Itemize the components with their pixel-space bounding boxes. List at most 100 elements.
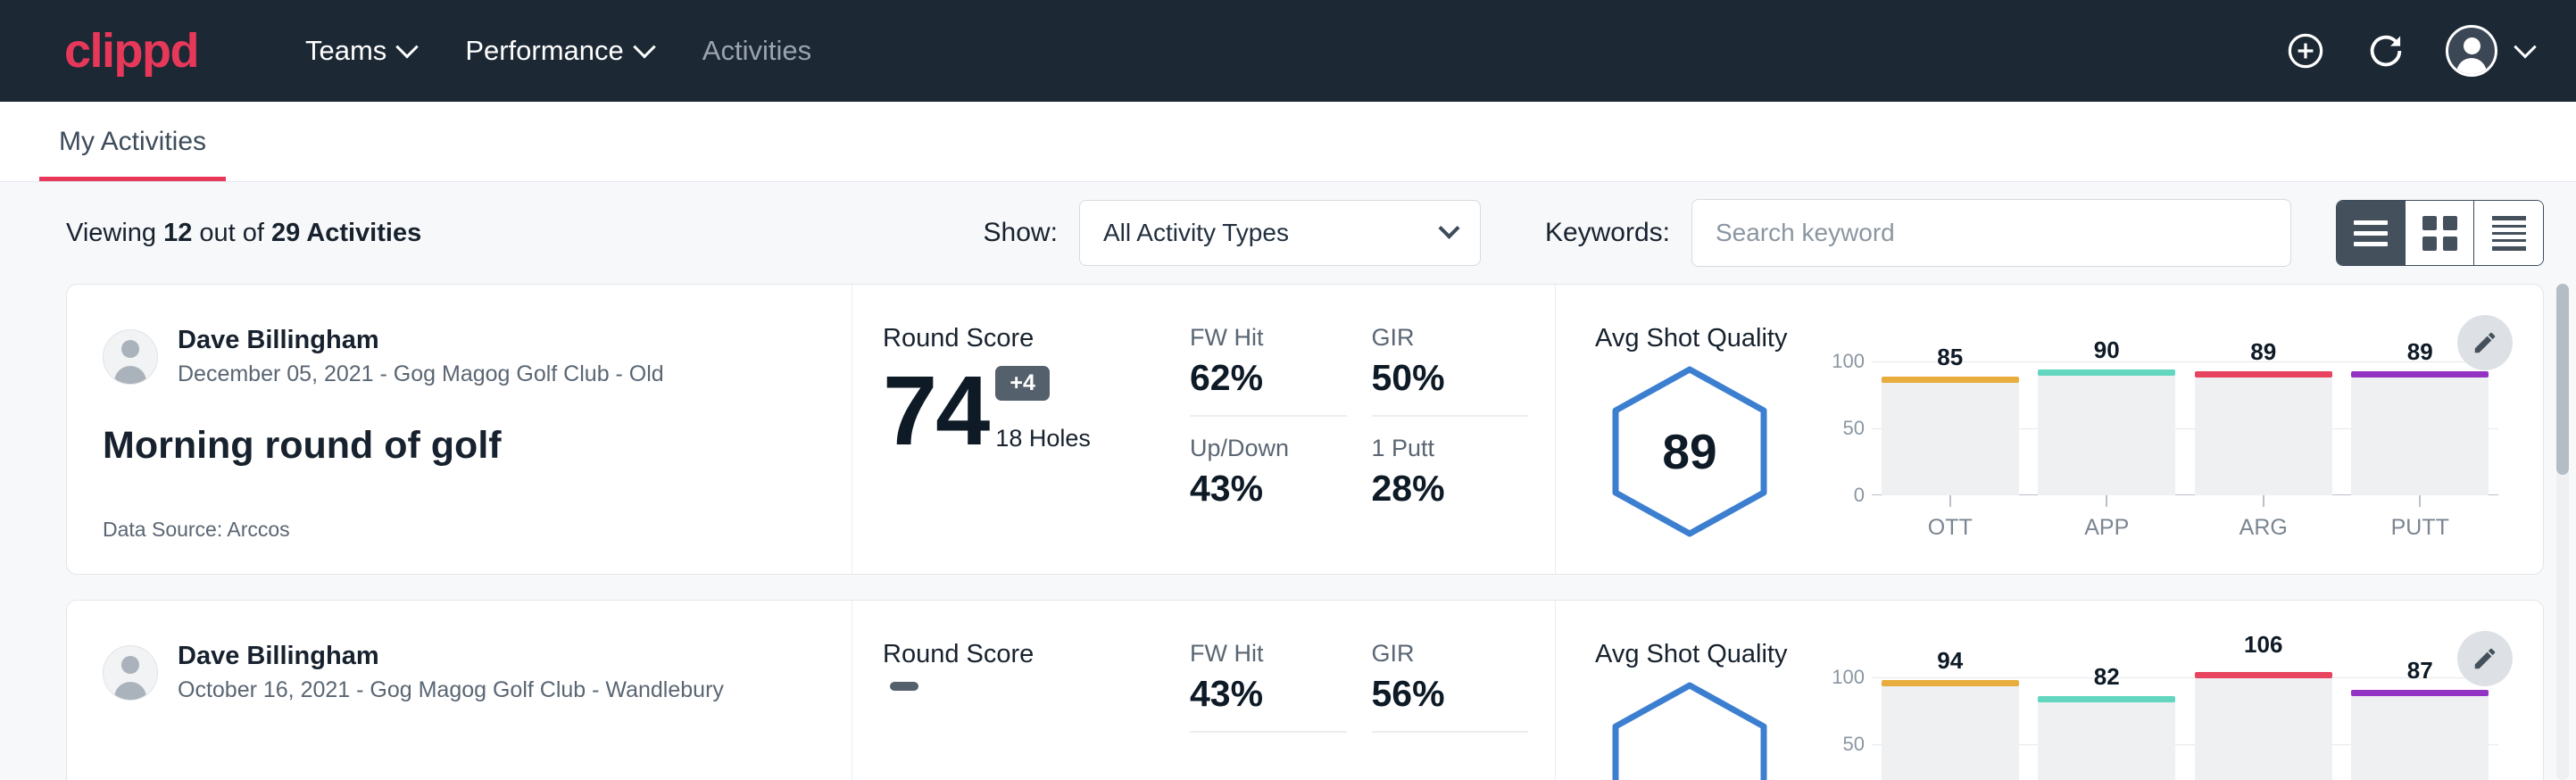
bar-value: 85 — [1937, 344, 1963, 371]
y-tick-0: 0 — [1854, 484, 1865, 507]
avg-shot-quality-label: Avg Shot Quality — [1595, 324, 2507, 353]
account-menu[interactable] — [2446, 25, 2533, 77]
bar-cap-app — [2038, 369, 2175, 376]
bar-chart: 100 50 0 85 — [1822, 361, 2498, 541]
view-mode-grid-button[interactable] — [2406, 201, 2474, 265]
tab-my-activities[interactable]: My Activities — [39, 127, 226, 181]
view-mode-list-button[interactable] — [2337, 201, 2406, 265]
add-circle-icon[interactable] — [2285, 30, 2326, 71]
edit-activity-button[interactable] — [2457, 315, 2513, 370]
bar-cap-putt — [2351, 690, 2489, 696]
vertical-scrollbar[interactable] — [2556, 284, 2569, 780]
y-tick-50: 50 — [1843, 733, 1865, 756]
viewing-count: 12 — [163, 219, 192, 247]
edit-activity-button[interactable] — [2457, 631, 2513, 686]
plot-area: 94 82 — [1872, 677, 2498, 780]
stat-value: 43% — [1190, 468, 1338, 510]
show-label: Show: — [984, 218, 1058, 248]
viewing-total: 29 Activities — [271, 219, 421, 247]
activity-type-select-value: All Activity Types — [1103, 219, 1289, 247]
activity-type-select[interactable]: All Activity Types — [1079, 200, 1481, 266]
bar-app: 90 — [2038, 361, 2175, 495]
stat-fw-hit: FW Hit 62% — [1190, 324, 1347, 417]
y-tick-100: 100 — [1832, 350, 1865, 373]
refresh-icon[interactable] — [2365, 30, 2406, 71]
chevron-down-icon — [633, 36, 655, 58]
bar-putt: 89 — [2351, 361, 2489, 495]
stat-one-putt: 1 Putt 28% — [1372, 435, 1529, 510]
scrollbar-thumb[interactable] — [2556, 284, 2569, 475]
y-tick-50: 50 — [1843, 417, 1865, 440]
brand-logo[interactable]: clippd — [64, 27, 198, 75]
viewing-prefix: Viewing — [66, 219, 163, 247]
bar-arg: 89 — [2195, 361, 2332, 495]
view-mode-compact-button[interactable] — [2474, 201, 2543, 265]
search-input[interactable] — [1716, 219, 2267, 247]
avatar — [103, 329, 158, 385]
viewing-middle: out of — [192, 219, 271, 247]
shot-quality-chart: 100 50 0 94 — [1822, 677, 2507, 780]
nav-item-performance[interactable]: Performance — [440, 26, 677, 76]
search-input-wrapper[interactable] — [1691, 199, 2291, 267]
nav-item-teams[interactable]: Teams — [280, 26, 440, 76]
bar-value: 87 — [2407, 657, 2433, 685]
x-label-ott: OTT — [1882, 515, 2019, 541]
stat-up-down — [1190, 751, 1347, 756]
author-text-block: Dave Billingham October 16, 2021 - Gog M… — [178, 640, 724, 706]
stat-label: GIR — [1372, 640, 1520, 668]
author-name: Dave Billingham — [178, 640, 724, 672]
bar-cap-arg — [2195, 672, 2332, 678]
shot-quality-value — [1595, 678, 1784, 780]
bar-cap-putt — [2351, 371, 2489, 378]
y-tick-100: 100 — [1832, 666, 1865, 689]
activity-meta: December 05, 2021 - Gog Magog Golf Club … — [178, 360, 664, 390]
round-score-column: Round Score 74 +4 18 Holes — [852, 285, 1181, 574]
bar-cap-arg — [2195, 371, 2332, 378]
activity-card[interactable]: Dave Billingham October 16, 2021 - Gog M… — [66, 600, 2544, 780]
stat-one-putt — [1372, 751, 1529, 756]
stat-label: 1 Putt — [1372, 435, 1520, 462]
round-score-row: 74 +4 18 Holes — [883, 366, 1181, 456]
bar-value: 89 — [2407, 338, 2433, 366]
round-score-value: 74 — [883, 366, 988, 456]
x-label-putt: PUTT — [2351, 515, 2489, 541]
stat-value: 50% — [1372, 357, 1520, 399]
bar-putt: 87 — [2351, 677, 2489, 780]
stats-column: FW Hit 62% GIR 50% Up/Down 43% 1 Putt 28… — [1181, 285, 1556, 574]
nav-item-activities[interactable]: Activities — [677, 26, 836, 76]
nav-item-performance-label: Performance — [465, 35, 623, 67]
y-axis: 100 50 0 — [1822, 361, 1872, 495]
shot-quality-chart: 100 50 0 85 — [1822, 361, 2507, 541]
avg-shot-quality-column: Avg Shot Quality 100 50 0 — [1556, 601, 2543, 780]
author-name: Dave Billingham — [178, 324, 664, 356]
activity-author: Dave Billingham December 05, 2021 - Gog … — [103, 324, 810, 390]
shot-quality-value: 89 — [1595, 362, 1784, 541]
bar-value: 82 — [2094, 663, 2120, 691]
viewing-count-text: Viewing 12 out of 29 Activities — [66, 219, 421, 248]
chevron-down-icon — [1438, 217, 1459, 238]
activity-author: Dave Billingham October 16, 2021 - Gog M… — [103, 640, 810, 706]
bar-cap-ott — [1882, 377, 2019, 383]
author-text-block: Dave Billingham December 05, 2021 - Gog … — [178, 324, 664, 390]
bars: 85 90 — [1872, 361, 2498, 495]
round-score-side: +4 18 Holes — [995, 366, 1091, 456]
bar-cap-app — [2038, 696, 2175, 702]
filter-bar: Viewing 12 out of 29 Activities Show: Al… — [0, 182, 2576, 284]
plot-area: 85 90 — [1872, 361, 2498, 541]
shot-quality-hexagon: 89 — [1595, 362, 1784, 541]
avg-shot-quality-body: 100 50 0 94 — [1595, 676, 2507, 780]
bar-value: 89 — [2250, 338, 2276, 366]
bar-value: 106 — [2244, 631, 2282, 659]
round-score-label: Round Score — [883, 640, 1181, 669]
x-ticks — [1872, 495, 2498, 508]
bar-chart: 100 50 0 94 — [1822, 677, 2498, 780]
nav-item-activities-label: Activities — [702, 35, 811, 67]
bar-value: 90 — [2094, 336, 2120, 364]
activity-card[interactable]: Dave Billingham December 05, 2021 - Gog … — [66, 284, 2544, 575]
list-icon — [2354, 220, 2388, 246]
chevron-down-icon — [2514, 36, 2536, 58]
avatar — [2446, 25, 2497, 77]
bar-value: 94 — [1937, 647, 1963, 675]
avg-shot-quality-body: 89 100 50 0 — [1595, 361, 2507, 542]
stat-gir: GIR 50% — [1372, 324, 1529, 417]
